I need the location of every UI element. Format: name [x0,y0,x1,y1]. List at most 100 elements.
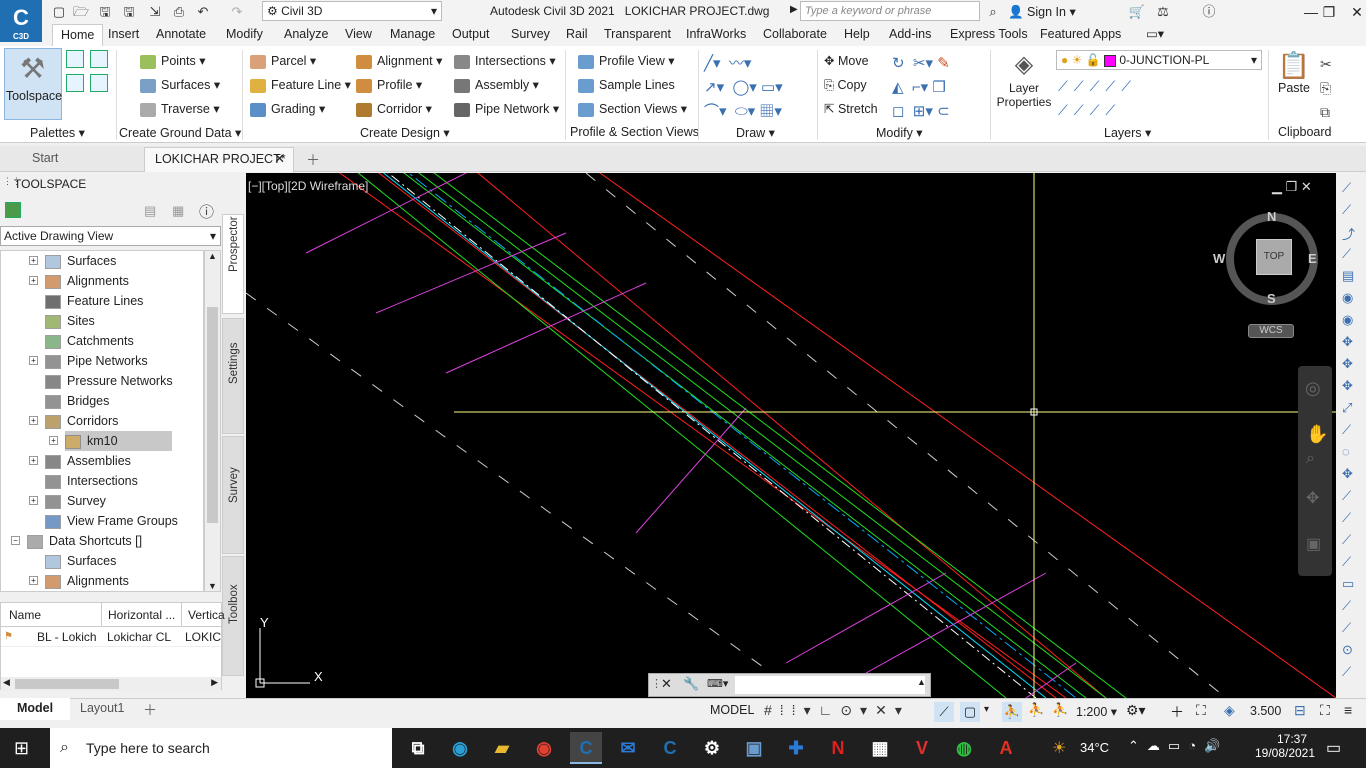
plot-icon[interactable]: ⎙ [170,3,188,21]
grid-icon[interactable]: # [764,702,780,718]
zoom-icon[interactable]: ⌕ [1306,450,1315,468]
pan-icon[interactable]: ✋ [1306,424,1328,445]
civil-tool-icon[interactable]: ◉ [1342,290,1353,306]
toolspace-view-icon[interactable] [5,202,21,218]
copy-button[interactable]: ⎘ Copy [824,74,867,96]
offset-icon[interactable]: ⊂ [937,103,950,120]
vtab-prospector[interactable]: Prospector [222,214,244,314]
restore-icon[interactable]: ❐ [1286,179,1298,194]
array-icon[interactable]: ⊞▾ [913,103,933,120]
wcs-menu[interactable]: WCS [1248,324,1294,338]
rotate-icon[interactable]: ↻ [892,55,905,72]
tree-expander[interactable]: + [29,256,38,265]
autodesk-app-icon[interactable]: ⚖ [1154,3,1172,21]
compass-south[interactable]: S [1267,291,1276,306]
tab-home[interactable]: Home [52,24,104,46]
app-icon[interactable]: ✚ [780,732,812,764]
tree-expander[interactable]: + [29,416,38,425]
alignment-button[interactable]: Alignment ▾ [356,50,442,72]
tab-modify[interactable]: Modify [226,24,263,46]
lineweight-icon[interactable]: ⟋ [934,702,954,722]
add-layout-button[interactable]: ＋ [143,700,157,720]
settings-palette-icon[interactable] [90,50,108,68]
circle-icon[interactable]: ◯▾ [732,79,756,96]
profile-view-button[interactable]: Profile View ▾ [578,50,675,72]
grid-hscrollbar[interactable]: ◀ ▶ [1,677,221,691]
scroll-down-icon[interactable]: ▼ [205,581,220,591]
tree-item[interactable]: Catchments [45,331,134,351]
restore-button[interactable]: ❐ [1314,2,1344,22]
tree-expander[interactable]: + [49,436,58,445]
tree-item[interactable]: Intersections [45,471,138,491]
civil-tool-icon[interactable]: ⟋ [1342,488,1351,504]
surfaces-button[interactable]: Surfaces ▾ [140,74,220,96]
viewport-controls[interactable]: [−][Top][2D Wireframe] [248,179,368,193]
civil-tool-icon[interactable]: ⤴ [1342,224,1355,243]
tab-collaborate[interactable]: Collaborate [763,24,827,46]
model-space-button[interactable]: MODEL [710,703,754,717]
match-properties-icon[interactable]: ⧉ [1320,104,1330,120]
open-icon[interactable]: 🗁 [72,3,90,21]
civil-tool-icon[interactable]: ⟋ [1342,422,1351,438]
cloud-icon[interactable]: ☁ [1147,738,1168,753]
active-document-tab[interactable]: LOKICHAR PROJECT* ✕ [144,147,294,172]
tab-express-tools[interactable]: Express Tools [950,24,1028,46]
ortho-icon[interactable]: ∟ [819,702,841,718]
settings-icon[interactable]: ⚙ [696,732,728,764]
item-view-icon[interactable]: ▤ [144,203,156,219]
wifi-icon[interactable]: ◔ [1188,738,1204,753]
tab-output[interactable]: Output [452,24,490,46]
chevron-down-icon[interactable]: ▾ [984,704,989,715]
stretch-button[interactable]: ⇱ Stretch [824,98,878,120]
command-input[interactable] [735,676,925,694]
netflix-icon[interactable]: N [822,732,854,764]
civil-tool-icon[interactable]: ▭ [1342,576,1354,592]
import-icon[interactable]: ⇲ [146,3,164,21]
civil-tool-icon[interactable]: ⟋ [1342,180,1351,196]
explode-icon[interactable]: ❒ [932,79,945,96]
tab-analyze[interactable]: Analyze [284,24,328,46]
drawing-canvas[interactable] [246,173,1336,698]
compass-north[interactable]: N [1267,209,1276,224]
close-icon[interactable]: ✕ [1301,179,1312,194]
grid-header-vertical[interactable]: Vertica [181,603,225,627]
whatsapp-icon[interactable]: ◍ [948,732,980,764]
save-icon[interactable]: 🖫 [96,3,114,21]
auto-scale-icon[interactable]: ⛹ [1028,702,1044,718]
acrobat-icon[interactable]: A [990,732,1022,764]
civil-tool-icon[interactable]: ⟋ [1342,664,1351,680]
file-explorer-icon[interactable]: ▰ [486,732,518,764]
drawing-viewport[interactable]: [−][Top][2D Wireframe] ▁ ❐ ✕ TOP N S E W… [246,173,1336,698]
notifications-icon[interactable]: ▭ [1326,738,1341,758]
new-tab-button[interactable]: ＋ [306,150,320,170]
search-input[interactable]: Type a keyword or phrase [800,1,980,21]
tree-item[interactable]: km10 [65,431,172,451]
chrome-icon[interactable]: ◉ [528,732,560,764]
tree-expander[interactable]: + [29,276,38,285]
palettes-panel-title[interactable]: Palettes ▾ [30,125,85,140]
tree-item[interactable]: Pressure Networks [45,371,173,391]
help-icon[interactable]: ⓘ [1200,3,1218,21]
scroll-up-icon[interactable]: ▲ [205,251,220,261]
tab-add-ins[interactable]: Add-ins [889,24,931,46]
view-dropdown[interactable]: Active Drawing View ▾ [0,226,221,246]
orbit-icon[interactable]: ✥ [1306,488,1319,508]
civil-tool-icon[interactable]: ⤢ [1342,400,1352,416]
table-row[interactable]: ⚑ BL - Lokich Lokichar CL LOKICH [1,627,221,647]
draw-panel-title[interactable]: Draw ▾ [736,125,775,140]
tab-view[interactable]: View [345,24,372,46]
grid-header-horizontal[interactable]: Horizontal ... [101,603,175,627]
edge-icon[interactable]: ◉ [444,732,476,764]
osnap-icon[interactable]: ✕▾ [875,702,910,718]
erase-icon[interactable]: ✎ [937,55,950,72]
tab-infraworks[interactable]: InfraWorks [686,24,746,46]
annotation-scale-icon[interactable]: ⛹ [1052,702,1068,718]
toolspace-button[interactable]: ⚒ Toolspace [4,48,62,120]
tree-item[interactable]: Sites [45,311,95,331]
polyline-tool-icon[interactable]: ↗▾ [704,79,724,96]
tab-annotate[interactable]: Annotate [156,24,206,46]
clipboard-panel-title[interactable]: Clipboard [1278,125,1332,139]
palette-icon[interactable] [66,50,84,68]
tree-expander[interactable]: + [29,496,38,505]
weather-icon[interactable]: ☀ [1052,738,1066,758]
